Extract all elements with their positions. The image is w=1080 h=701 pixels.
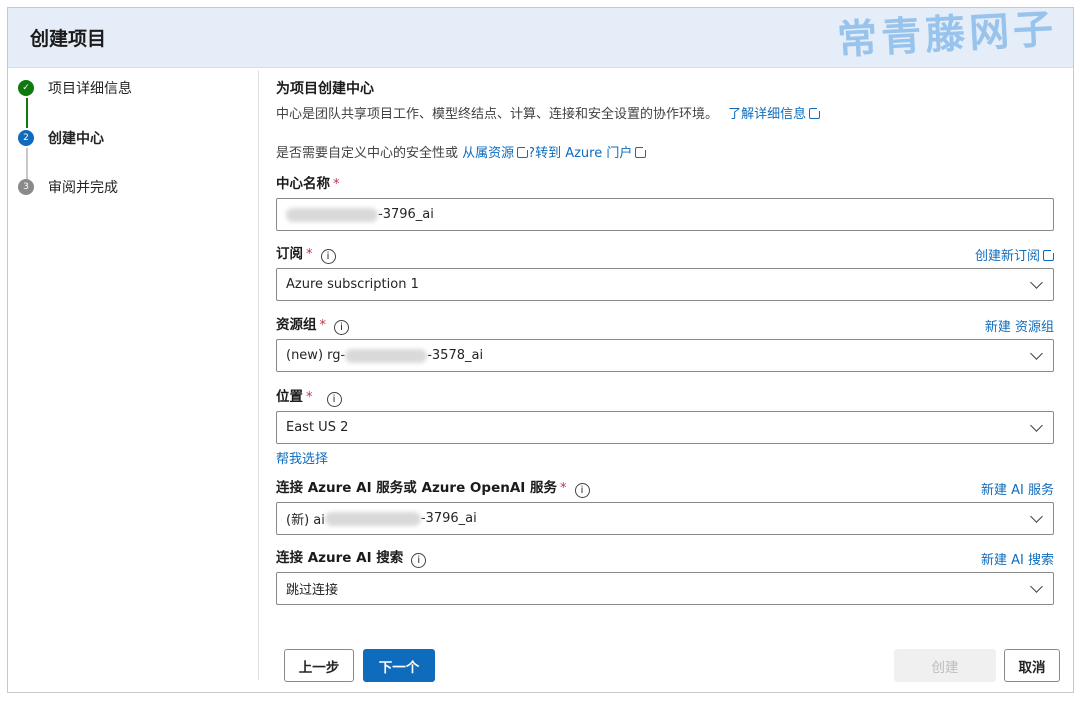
hub-name-value: -3796_ai [378,207,434,222]
learn-more-label: 了解详细信息 [728,107,807,122]
chevron-down-icon [1030,347,1043,360]
description-text: 中心是团队共享项目工作、模型终结点、计算、连接和安全设置的协作环境。 [276,107,719,122]
new-resource-group-link[interactable]: 新建 资源组 [985,316,1054,335]
help-me-choose-link[interactable]: 帮我选择 [276,448,1054,467]
create-subscription-label: 创建新订阅 [974,249,1040,264]
ai-search-value: 跳过连接 [286,583,339,598]
ai-service-field: 连接 Azure AI 服务或 Azure OpenAI 服务 * i 新建 AI … [276,476,1054,535]
external-link-icon [635,145,649,158]
subscription-field: 订阅 * i 创建新订阅 Azure subscription 1 [276,242,1056,301]
step-connector-done [26,98,28,128]
hub-name-label: 中心名称 [276,176,330,192]
page-title: 创建项目 [30,28,107,50]
subscription-select[interactable]: Azure subscription 1 [276,268,1054,301]
step-label: 项目详细信息 [48,81,132,97]
wizard-steps: ✓ 项目详细信息 2 创建中心 3 审阅并完成 [18,78,132,197]
security-question: 是否需要自定义中心的安全性或 从属资源 ?转到 Azure 门户 [276,142,1054,161]
required-mark: * [306,390,313,405]
create-subscription-link[interactable]: 创建新订阅 [974,245,1056,264]
info-icon[interactable]: i [320,249,336,264]
external-link-icon [1043,248,1056,261]
ai-service-value: -3796_ai [420,511,477,526]
step-label: 创建中心 [48,131,104,147]
create-button[interactable]: 创建 [894,649,996,682]
chevron-down-icon [1030,580,1043,593]
external-link-icon [809,106,823,119]
step-project-details[interactable]: ✓ 项目详细信息 [18,78,132,98]
hub-name-field: 中心名称 * -3796_ai [276,172,1054,231]
dialog-header: 创建项目 常青藤网子 [8,8,1073,68]
ai-search-select[interactable]: 跳过连接 [276,572,1054,605]
step-number-icon: 2 [18,130,34,146]
step-label: 审阅并完成 [48,180,118,196]
redacted-text [286,207,378,222]
resource-group-prefix: (new) rg- [286,348,346,363]
subscription-label: 订阅 [276,246,303,262]
section-title: 为项目创建中心 [276,81,374,97]
ai-search-label: 连接 Azure AI 搜索 [276,550,404,566]
azure-portal-label: ?转到 Azure 门户 [528,146,633,161]
ai-search-field: 连接 Azure AI 搜索 i 新建 AI 搜索 跳过连接 [276,546,1054,605]
step-review-finish[interactable]: 3 审阅并完成 [18,177,132,197]
required-mark: * [560,481,567,496]
question-text: 是否需要自定义中心的安全性或 [276,146,459,161]
hub-name-input[interactable]: -3796_ai [276,198,1054,231]
external-link-icon [517,145,531,158]
azure-portal-link[interactable]: ?转到 Azure 门户 [528,145,649,161]
new-ai-service-link[interactable]: 新建 AI 服务 [981,479,1054,498]
subscription-value: Azure subscription 1 [286,277,419,292]
info-icon[interactable]: i [411,553,427,568]
section-description: 中心是团队共享项目工作、模型终结点、计算、连接和安全设置的协作环境。 了解详细信… [276,103,1054,122]
location-value: East US 2 [286,420,349,435]
watermark: 常青藤网子 [836,7,1059,64]
redacted-text [324,511,421,526]
required-mark: * [319,318,327,333]
cancel-button[interactable]: 取消 [1004,649,1060,682]
location-label: 位置 [276,389,303,405]
new-ai-search-link[interactable]: 新建 AI 搜索 [981,549,1054,568]
resource-group-field: 资源组 * i 新建 资源组 (new) rg- -3578_ai [276,313,1054,372]
step-connector-pending [26,148,28,180]
resource-group-value: -3578_ai [427,348,484,363]
main-panel: 为项目创建中心 中心是团队共享项目工作、模型终结点、计算、连接和安全设置的协作环… [276,78,1056,605]
check-icon: ✓ [18,80,34,96]
resource-group-select[interactable]: (new) rg- -3578_ai [276,339,1054,372]
required-mark: * [333,177,340,192]
dependent-resources-label: 从属资源 [462,146,515,161]
info-icon[interactable]: i [574,483,590,498]
next-button[interactable]: 下一个 [363,649,435,682]
chevron-down-icon [1030,419,1043,432]
redacted-text [345,348,428,363]
learn-more-link[interactable]: 了解详细信息 [728,106,823,122]
ai-service-label: 连接 Azure AI 服务或 Azure OpenAI 服务 [276,480,558,496]
chevron-down-icon [1030,276,1043,289]
ai-service-prefix: (新) ai [286,513,325,528]
location-select[interactable]: East US 2 [276,411,1054,444]
location-field: 位置 * i East US 2 帮我选择 [276,385,1054,467]
required-mark: * [306,247,313,262]
vertical-divider [258,70,259,680]
info-icon[interactable]: i [326,392,342,407]
resource-group-label: 资源组 [276,317,317,333]
info-icon[interactable]: i [334,320,349,335]
step-create-hub[interactable]: 2 创建中心 [18,128,132,148]
previous-button[interactable]: 上一步 [284,649,354,682]
step-number-icon: 3 [18,179,34,195]
ai-service-select[interactable]: (新) ai -3796_ai [276,502,1054,535]
chevron-down-icon [1030,510,1043,523]
dependent-resources-link[interactable]: 从属资源 [462,145,531,161]
